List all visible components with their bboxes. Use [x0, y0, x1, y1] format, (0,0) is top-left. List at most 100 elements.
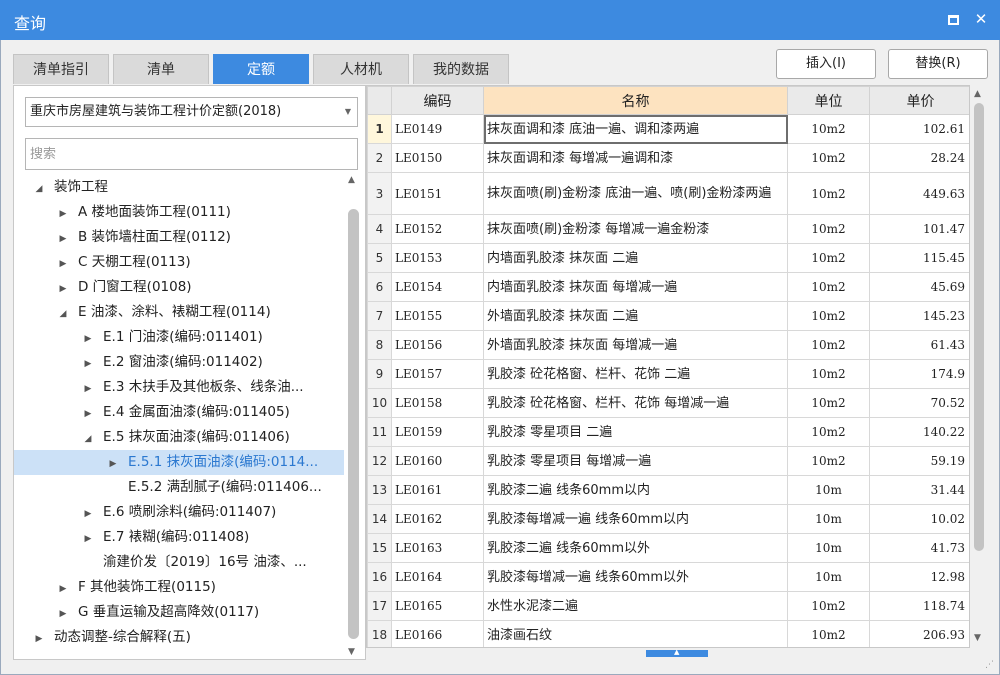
table-row[interactable]: 9 LE0157 乳胶漆 砼花格窗、栏杆、花饰 二遍 10m2 174.9 — [367, 359, 969, 389]
row-index-cell[interactable]: 5 — [367, 243, 392, 273]
name-cell[interactable]: 乳胶漆 零星项目 每增减一遍 — [483, 446, 788, 476]
unit-cell[interactable]: 10m2 — [787, 172, 870, 215]
collapse-arrow-icon[interactable]: ▶ — [83, 502, 93, 527]
name-cell[interactable]: 水性水泥漆二遍 — [483, 591, 788, 621]
price-cell[interactable]: 70.52 — [869, 388, 969, 418]
code-cell[interactable]: LE0166 — [391, 620, 484, 647]
close-button[interactable]: ✕ — [970, 8, 992, 30]
table-row[interactable]: 8 LE0156 外墙面乳胶漆 抹灰面 每增减一遍 10m2 61.43 — [367, 330, 969, 360]
row-index-cell[interactable]: 7 — [367, 301, 392, 331]
tree-item[interactable]: ▶ E.1 门油漆(编码:011401) — [14, 325, 344, 350]
row-index-cell[interactable]: 8 — [367, 330, 392, 360]
unit-cell[interactable]: 10m2 — [787, 417, 870, 447]
collapse-arrow-icon[interactable]: ▶ — [58, 252, 68, 277]
collapse-arrow-icon[interactable]: ▶ — [58, 227, 68, 252]
tree-item[interactable]: ▶ C 天棚工程(0113) — [14, 250, 344, 275]
row-index-cell[interactable]: 4 — [367, 214, 392, 244]
collapse-arrow-icon[interactable]: ▶ — [58, 202, 68, 227]
tree-item[interactable]: ▶ D 门窗工程(0108) — [14, 275, 344, 300]
name-cell[interactable]: 乳胶漆二遍 线条60mm以外 — [483, 533, 788, 563]
tree-item[interactable]: ◢ E 油漆、涂料、裱糊工程(0114) — [14, 300, 344, 325]
tree-item[interactable]: 渝建价发〔2019〕16号 油漆、... — [14, 550, 344, 575]
table-row[interactable]: 5 LE0153 内墙面乳胶漆 抹灰面 二遍 10m2 115.45 — [367, 243, 969, 273]
tree-item[interactable]: ▶ G 垂直运输及超高降效(0117) — [14, 600, 344, 625]
price-cell[interactable]: 115.45 — [869, 243, 969, 273]
tree-item[interactable]: ▶ E.3 木扶手及其他板条、线条油... — [14, 375, 344, 400]
price-cell[interactable]: 145.23 — [869, 301, 969, 331]
row-index-cell[interactable]: 9 — [367, 359, 392, 389]
code-cell[interactable]: LE0151 — [391, 172, 484, 215]
name-cell[interactable]: 乳胶漆每增减一遍 线条60mm以外 — [483, 562, 788, 592]
code-cell[interactable]: LE0150 — [391, 143, 484, 173]
name-cell[interactable]: 抹灰面调和漆 底油一遍、调和漆两遍 — [483, 114, 788, 144]
table-row[interactable]: 15 LE0163 乳胶漆二遍 线条60mm以外 10m 41.73 — [367, 533, 969, 563]
row-index-cell[interactable]: 17 — [367, 591, 392, 621]
price-cell[interactable]: 31.44 — [869, 475, 969, 505]
table-row[interactable]: 16 LE0164 乳胶漆每增减一遍 线条60mm以外 10m 12.98 — [367, 562, 969, 592]
table-row[interactable]: 4 LE0152 抹灰面喷(刷)金粉漆 每增减一遍金粉漆 10m2 101.47 — [367, 214, 969, 244]
expand-arrow-icon[interactable]: ◢ — [34, 177, 44, 202]
panel-splitter-handle[interactable]: ▲ — [646, 648, 708, 657]
unit-cell[interactable]: 10m2 — [787, 359, 870, 389]
name-cell[interactable]: 乳胶漆 砼花格窗、栏杆、花饰 每增减一遍 — [483, 388, 788, 418]
table-row[interactable]: 11 LE0159 乳胶漆 零星项目 二遍 10m2 140.22 — [367, 417, 969, 447]
tab-4[interactable]: 我的数据 — [413, 54, 509, 84]
maximize-button[interactable] — [942, 8, 964, 30]
tab-3[interactable]: 人材机 — [313, 54, 409, 84]
name-cell[interactable]: 乳胶漆 砼花格窗、栏杆、花饰 二遍 — [483, 359, 788, 389]
table-row[interactable]: 1 LE0149 抹灰面调和漆 底油一遍、调和漆两遍 10m2 102.61 — [367, 114, 969, 144]
tree-item[interactable]: ▶ A 楼地面装饰工程(0111) — [14, 200, 344, 225]
unit-cell[interactable]: 10m2 — [787, 446, 870, 476]
tree-item[interactable]: ▶ E.7 裱糊(编码:011408) — [14, 525, 344, 550]
unit-cell[interactable]: 10m2 — [787, 301, 870, 331]
tree-item[interactable]: ▶ E.2 窗油漆(编码:011402) — [14, 350, 344, 375]
name-cell[interactable]: 抹灰面喷(刷)金粉漆 每增减一遍金粉漆 — [483, 214, 788, 244]
tree-item[interactable]: ◢ E.5 抹灰面油漆(编码:011406) — [14, 425, 344, 450]
tree-item[interactable]: ▶ 动态调整-综合解释(五) — [14, 625, 344, 650]
price-cell[interactable]: 101.47 — [869, 214, 969, 244]
price-cell[interactable]: 10.02 — [869, 504, 969, 534]
row-index-cell[interactable]: 16 — [367, 562, 392, 592]
collapse-arrow-icon[interactable]: ▶ — [58, 602, 68, 627]
code-cell[interactable]: LE0158 — [391, 388, 484, 418]
code-cell[interactable]: LE0152 — [391, 214, 484, 244]
collapse-arrow-icon[interactable]: ▶ — [83, 352, 93, 377]
name-cell[interactable]: 抹灰面调和漆 每增减一遍调和漆 — [483, 143, 788, 173]
unit-cell[interactable]: 10m2 — [787, 272, 870, 302]
code-cell[interactable]: LE0157 — [391, 359, 484, 389]
unit-cell[interactable]: 10m2 — [787, 143, 870, 173]
tree-item[interactable]: ◢ 装饰工程 — [14, 175, 344, 200]
unit-cell[interactable]: 10m — [787, 562, 870, 592]
collapse-arrow-icon[interactable]: ▶ — [83, 527, 93, 552]
row-index-cell[interactable]: 15 — [367, 533, 392, 563]
tree-item[interactable]: ▶ E.5.1 抹灰面油漆(编码:0114... — [14, 450, 344, 475]
price-cell[interactable]: 61.43 — [869, 330, 969, 360]
unit-cell[interactable]: 10m — [787, 475, 870, 505]
code-cell[interactable]: LE0163 — [391, 533, 484, 563]
collapse-arrow-icon[interactable]: ▶ — [58, 277, 68, 302]
table-row[interactable]: 17 LE0165 水性水泥漆二遍 10m2 118.74 — [367, 591, 969, 621]
row-index-cell[interactable]: 1 — [367, 114, 392, 144]
name-cell[interactable]: 外墙面乳胶漆 抹灰面 二遍 — [483, 301, 788, 331]
expand-arrow-icon[interactable]: ◢ — [58, 302, 68, 327]
code-cell[interactable]: LE0154 — [391, 272, 484, 302]
collapse-arrow-icon[interactable]: ▶ — [58, 577, 68, 602]
code-cell[interactable]: LE0160 — [391, 446, 484, 476]
price-cell[interactable]: 41.73 — [869, 533, 969, 563]
row-index-cell[interactable]: 12 — [367, 446, 392, 476]
tree-scrollbar[interactable]: ▲ ▼ — [345, 175, 363, 659]
name-cell[interactable]: 乳胶漆二遍 线条60mm以内 — [483, 475, 788, 505]
unit-cell[interactable]: 10m2 — [787, 620, 870, 647]
unit-cell[interactable]: 10m2 — [787, 591, 870, 621]
name-cell[interactable]: 抹灰面喷(刷)金粉漆 底油一遍、喷(刷)金粉漆两遍 — [483, 172, 788, 215]
name-cell[interactable]: 外墙面乳胶漆 抹灰面 每增减一遍 — [483, 330, 788, 360]
header-name[interactable]: 名称 — [483, 86, 788, 115]
tab-0[interactable]: 清单指引 — [13, 54, 109, 84]
tree-item[interactable]: ▶ E.4 金属面油漆(编码:011405) — [14, 400, 344, 425]
scroll-down-icon[interactable]: ▼ — [348, 647, 355, 657]
code-cell[interactable]: LE0161 — [391, 475, 484, 505]
unit-cell[interactable]: 10m2 — [787, 330, 870, 360]
row-index-cell[interactable]: 3 — [367, 172, 392, 215]
resize-grip-icon[interactable]: ⋰ — [985, 660, 994, 670]
row-index-cell[interactable]: 6 — [367, 272, 392, 302]
